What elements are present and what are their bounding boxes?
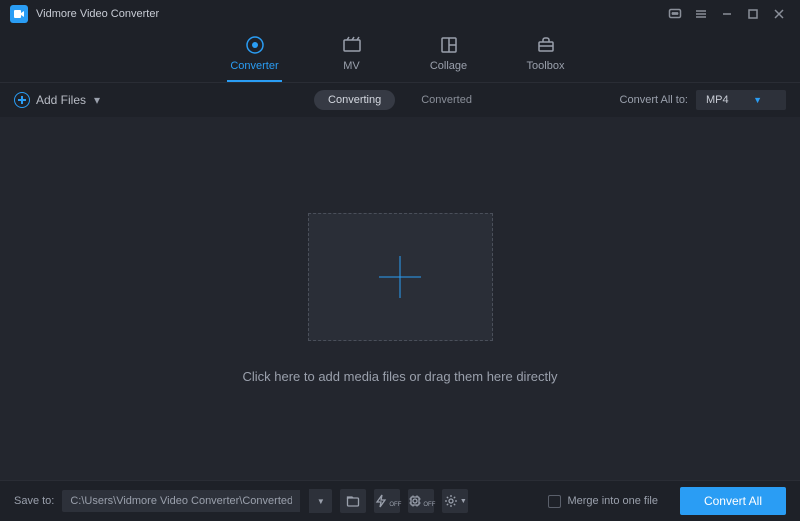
tab-label: Toolbox bbox=[527, 60, 565, 72]
convert-all-to-label: Convert All to: bbox=[620, 94, 688, 106]
path-dropdown-button[interactable]: ▼ bbox=[308, 489, 332, 513]
tab-label: Converter bbox=[230, 60, 278, 72]
hardware-accel-button[interactable]: OFF bbox=[374, 489, 400, 513]
converter-icon bbox=[245, 35, 265, 55]
content-area: Click here to add media files or drag th… bbox=[0, 117, 800, 480]
checkbox-box bbox=[548, 495, 561, 508]
app-title: Vidmore Video Converter bbox=[36, 8, 159, 20]
bottom-bar: Save to: ▼ OFF OFF ▼ Merge into one file… bbox=[0, 480, 800, 521]
toolbox-icon bbox=[536, 35, 556, 55]
plus-circle-icon bbox=[14, 92, 30, 108]
tab-label: MV bbox=[343, 60, 360, 72]
menu-icon[interactable] bbox=[690, 3, 712, 25]
chevron-down-icon: ▼ bbox=[753, 95, 762, 105]
minimize-icon[interactable] bbox=[716, 3, 738, 25]
app-logo bbox=[10, 5, 28, 23]
collage-icon bbox=[439, 35, 459, 55]
save-to-label: Save to: bbox=[14, 495, 54, 507]
sub-toolbar: Add Files ▾ Converting Converted Convert… bbox=[0, 83, 800, 117]
mv-icon bbox=[342, 35, 362, 55]
plus-icon bbox=[379, 256, 421, 298]
main-tabs: Converter MV Collage Toolbox bbox=[0, 28, 800, 83]
tab-toolbox[interactable]: Toolbox bbox=[518, 35, 573, 82]
drop-zone[interactable] bbox=[308, 213, 493, 341]
add-files-button[interactable]: Add Files ▾ bbox=[14, 92, 100, 108]
tab-label: Collage bbox=[430, 60, 467, 72]
chevron-down-icon: ▾ bbox=[94, 93, 100, 107]
merge-label: Merge into one file bbox=[567, 495, 658, 507]
convert-all-button[interactable]: Convert All bbox=[680, 487, 786, 515]
add-files-label: Add Files bbox=[36, 93, 86, 107]
feedback-icon[interactable] bbox=[664, 3, 686, 25]
close-icon[interactable] bbox=[768, 3, 790, 25]
format-selected-value: MP4 bbox=[706, 94, 729, 106]
titlebar: Vidmore Video Converter bbox=[0, 0, 800, 28]
high-speed-button[interactable]: OFF bbox=[408, 489, 434, 513]
save-path-input[interactable] bbox=[62, 490, 300, 512]
maximize-icon[interactable] bbox=[742, 3, 764, 25]
drop-hint: Click here to add media files or drag th… bbox=[242, 369, 557, 384]
chevron-down-icon: ▼ bbox=[460, 498, 467, 505]
format-select[interactable]: MP4 ▼ bbox=[696, 90, 786, 110]
open-folder-button[interactable] bbox=[340, 489, 366, 513]
tab-converted[interactable]: Converted bbox=[407, 90, 486, 110]
tab-converting[interactable]: Converting bbox=[314, 90, 395, 110]
settings-button[interactable]: ▼ bbox=[442, 489, 468, 513]
merge-checkbox[interactable]: Merge into one file bbox=[548, 495, 658, 508]
tab-mv[interactable]: MV bbox=[324, 35, 379, 82]
tab-converter[interactable]: Converter bbox=[227, 35, 282, 82]
tab-collage[interactable]: Collage bbox=[421, 35, 476, 82]
